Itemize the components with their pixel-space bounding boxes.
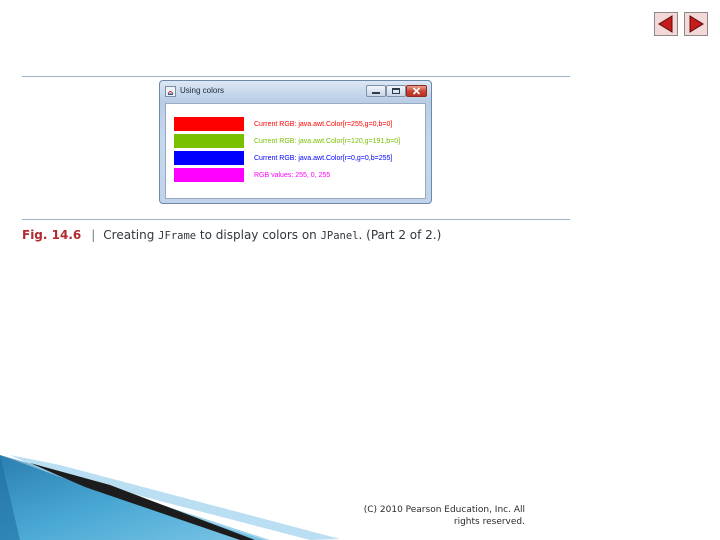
arrow-left-icon [658, 15, 673, 33]
caption-text-2: to display colors on [196, 228, 321, 242]
window-titlebar[interactable]: Using colors [160, 81, 431, 102]
color-panel: Current RGB: java.awt.Color[r=255,g=0,b=… [165, 103, 426, 199]
java-app-icon [165, 86, 176, 97]
previous-slide-button[interactable] [654, 12, 678, 36]
caption-code-jpanel: JPanel [320, 230, 359, 242]
top-divider [22, 76, 570, 77]
decorative-corner-swoosh [0, 455, 340, 540]
swatch-green [174, 134, 244, 148]
maximize-button[interactable] [386, 85, 406, 97]
swatch-blue [174, 151, 244, 165]
rgb-label-red: Current RGB: java.awt.Color[r=255,g=0,b=… [254, 121, 393, 128]
figure-caption: Fig. 14.6 | Creating JFrame to display col… [22, 228, 441, 242]
arrow-right-icon [689, 15, 704, 33]
bottom-divider [22, 219, 570, 220]
maximize-icon [392, 88, 400, 94]
close-button[interactable] [406, 85, 427, 97]
caption-code-jframe: JFrame [158, 230, 197, 242]
window-title: Using colors [180, 86, 225, 95]
using-colors-window: Using colors Current RGB: java.awt.Color… [159, 80, 432, 204]
copyright-notice: (C) 2010 Pearson Education, Inc. All rig… [363, 505, 525, 527]
caption-text-1: Creating [103, 228, 159, 242]
rgb-values-label: RGB values: 255, 0, 255 [254, 172, 331, 179]
caption-separator: | [91, 228, 96, 242]
rgb-label-green: Current RGB: java.awt.Color[r=120,g=191,… [254, 138, 401, 145]
minimize-button[interactable] [366, 85, 386, 97]
figure-label: Fig. 14.6 [22, 228, 82, 242]
close-icon [412, 87, 421, 95]
swatch-red [174, 117, 244, 131]
swatch-magenta [174, 168, 244, 182]
rgb-label-blue: Current RGB: java.awt.Color[r=0,g=0,b=25… [254, 155, 393, 162]
minimize-icon [372, 92, 380, 94]
next-slide-button[interactable] [684, 12, 708, 36]
caption-text-3: . (Part 2 of 2.) [358, 228, 442, 242]
